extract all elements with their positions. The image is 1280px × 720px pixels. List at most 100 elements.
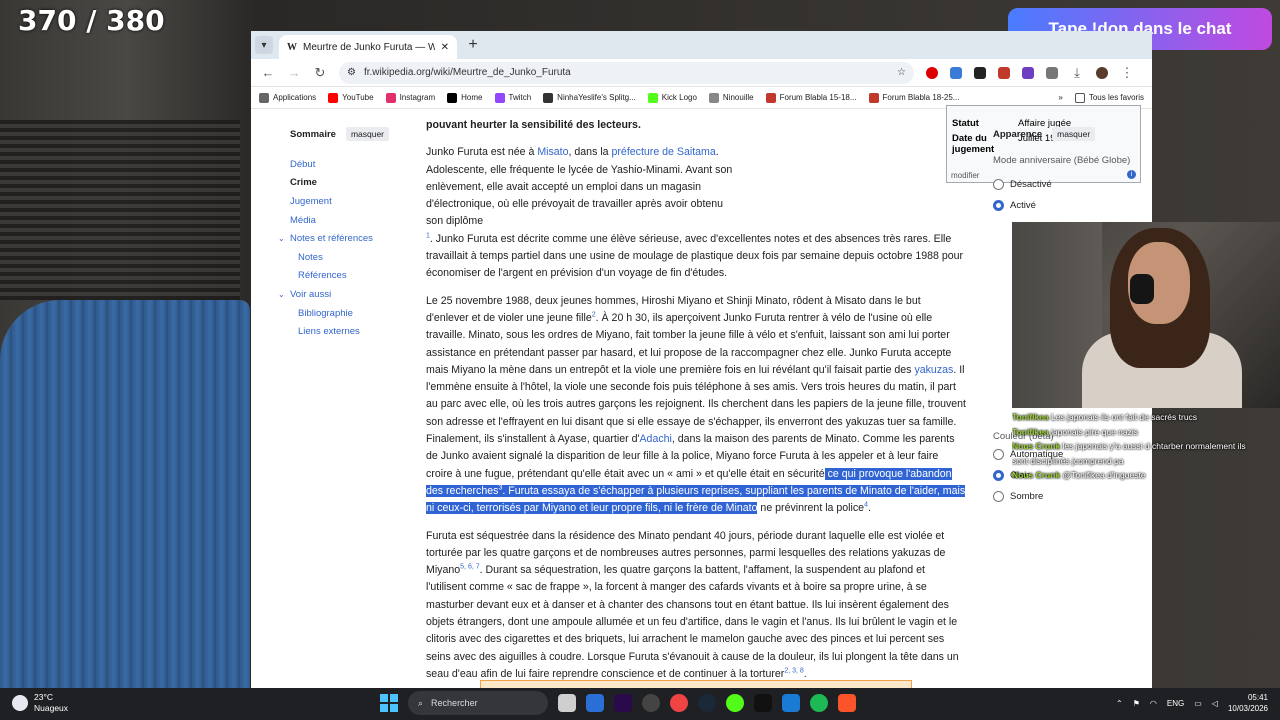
obs-icon[interactable] <box>642 694 660 712</box>
menu-icon[interactable]: ⋮ <box>1120 65 1134 81</box>
tab-title: Meurtre de Junko Furuta — Wi <box>303 41 435 53</box>
new-tab-button[interactable]: + <box>463 36 483 54</box>
app-icon[interactable] <box>782 694 800 712</box>
link-yakuzas[interactable]: yakuzas <box>914 364 953 376</box>
toc-item-notes[interactable]: Notes <box>290 248 420 267</box>
profile-avatar[interactable] <box>1096 66 1108 79</box>
all-bookmarks[interactable]: Tous les favoris <box>1074 92 1144 103</box>
link-adachi[interactable]: Adachi <box>639 433 671 445</box>
radio-enabled[interactable] <box>993 200 1004 211</box>
bookmark-item[interactable]: Twitch <box>494 92 531 103</box>
reload-icon[interactable]: ↻ <box>313 65 327 81</box>
toc-item-liens-externes[interactable]: Liens externes <box>290 322 420 341</box>
toc-item-references[interactable]: Références <box>290 267 420 286</box>
steam-icon[interactable] <box>698 694 716 712</box>
bookmark-item[interactable]: Forum Blabla 15-18... <box>765 92 857 103</box>
extensions-puzzle-icon[interactable] <box>1046 66 1058 79</box>
toc-item-crime[interactable]: Crime <box>290 174 420 193</box>
back-icon[interactable]: ← <box>261 65 275 80</box>
bookmark-item[interactable]: Forum Blabla 18-25... <box>868 92 959 103</box>
toc-item-bibliographie[interactable]: Bibliographie <box>290 304 420 323</box>
paragraph-sequestration: Furuta est séquestrée dans la résidence … <box>426 529 959 680</box>
toc-item-jugement[interactable]: Jugement <box>290 192 420 211</box>
content-warning: pouvant heurter la sensibilité des lecte… <box>426 119 641 131</box>
news-icon[interactable] <box>586 694 604 712</box>
radio-auto[interactable] <box>993 449 1004 460</box>
language-indicator[interactable]: ENG <box>1167 699 1184 708</box>
spotify-icon[interactable] <box>810 694 828 712</box>
clock[interactable]: 05:41 10/03/2026 <box>1228 692 1268 714</box>
site-info-icon[interactable]: ⚙ <box>347 67 356 78</box>
bookmark-favicon-icon <box>765 92 776 103</box>
chat-message: Nous Crunk @Tonifikea d'ingueste <box>1012 468 1280 483</box>
extension-red-icon[interactable] <box>998 66 1010 79</box>
system-tray: ⌃ ⚑ ◠ ENG ▭ ◁ 05:41 10/03/2026 <box>1116 692 1268 714</box>
close-icon[interactable]: ✕ <box>441 42 449 53</box>
paragraph-birth-cont: 1. Junko Furuta est décrite comme une él… <box>426 232 964 280</box>
notification-icon[interactable]: ⚑ <box>1133 699 1140 708</box>
bookmark-favicon-icon <box>543 92 554 103</box>
bookmark-favicon-icon <box>647 92 658 103</box>
bookmark-item[interactable]: Applications <box>259 92 316 103</box>
radio-light[interactable] <box>993 470 1004 481</box>
address-bar[interactable]: ⚙ fr.wikipedia.org/wiki/Meurtre_de_Junko… <box>339 61 914 84</box>
extension-shield-icon[interactable] <box>1022 66 1034 79</box>
chevron-down-icon[interactable]: ⌄ <box>278 290 286 299</box>
windows-start-icon[interactable] <box>380 694 398 712</box>
bookmark-favicon-icon <box>447 92 458 103</box>
tab-search-icon[interactable]: ▾ <box>255 36 273 54</box>
file-explorer-icon[interactable] <box>558 694 576 712</box>
tab-bar: ▾ W Meurtre de Junko Furuta — Wi ✕ + <box>251 31 1152 59</box>
appearance-hide-button[interactable]: masquer <box>1052 127 1096 141</box>
bookmark-star-icon[interactable]: ☆ <box>897 67 906 78</box>
bookmark-item[interactable]: Ninouille <box>708 92 754 103</box>
weather-widget[interactable]: 23°C Nuageux <box>12 692 68 714</box>
chat-text: @Tonifikea d'ingueste <box>1062 470 1146 480</box>
infobox-edit-link[interactable]: modifier <box>951 171 979 180</box>
premiere-icon[interactable] <box>614 694 632 712</box>
bookmark-item[interactable]: NinhaYeslife's Splitg... <box>543 92 636 103</box>
toc-item-media[interactable]: Média <box>290 211 420 230</box>
link-saitama[interactable]: préfecture de Saitama <box>612 146 716 158</box>
chrome-icon[interactable] <box>670 694 688 712</box>
wifi-icon[interactable]: ◠ <box>1150 699 1157 708</box>
option-disabled[interactable]: Désactivé <box>993 174 1143 195</box>
more-bookmarks-icon[interactable]: » <box>1058 93 1062 102</box>
toc-item-notes-references[interactable]: ⌄ Notes et références <box>278 229 420 248</box>
bookmark-item[interactable]: YouTube <box>328 92 374 103</box>
volume-icon[interactable]: ◁ <box>1212 699 1218 708</box>
chat-message: Nous Crunk les japonais y'a aussi d chta… <box>1012 439 1280 454</box>
tiktok-icon[interactable] <box>754 694 772 712</box>
brave-icon[interactable] <box>838 694 856 712</box>
option-enabled[interactable]: Activé <box>993 195 1143 216</box>
chat-message: Tonifikea japonais pire que nazis <box>1012 425 1280 440</box>
ref-2-3-8[interactable]: 2, 3, 8 <box>784 667 803 674</box>
kick-icon[interactable] <box>726 694 744 712</box>
toc-hide-button[interactable]: masquer <box>345 127 390 141</box>
bookmark-favicon-icon <box>328 92 339 103</box>
bookmark-item[interactable]: Home <box>447 92 483 103</box>
bookmark-item[interactable]: Kick Logo <box>647 92 697 103</box>
toc-item-debut[interactable]: Début <box>290 155 420 174</box>
anniversary-mode-label: Mode anniversaire (Bébé Globe) <box>993 155 1131 166</box>
tab-wikipedia[interactable]: W Meurtre de Junko Furuta — Wi ✕ <box>279 35 457 59</box>
banner-notice <box>480 680 912 688</box>
chevron-up-icon[interactable]: ⌃ <box>1116 699 1123 708</box>
download-icon[interactable]: ⤓ <box>1070 65 1084 81</box>
extension-wave-icon[interactable] <box>950 66 962 79</box>
toc-item-voir-aussi[interactable]: ⌄ Voir aussi <box>278 285 420 304</box>
goal-counter: 370 / 380 <box>18 4 165 37</box>
forward-icon[interactable]: → <box>287 65 301 80</box>
taskbar-search[interactable]: ⌕ Rechercher <box>408 691 548 715</box>
ref-5-7[interactable]: 5, 6, 7 <box>460 564 479 571</box>
chevron-down-icon[interactable]: ⌄ <box>278 234 286 243</box>
option-color-dark[interactable]: Sombre <box>993 486 1143 507</box>
radio-disabled[interactable] <box>993 179 1004 190</box>
link-misato[interactable]: Misato <box>537 146 568 158</box>
chat-username: Tonifikea <box>1012 426 1049 437</box>
network-icon[interactable]: ▭ <box>1194 699 1202 708</box>
bookmark-item[interactable]: Instagram <box>385 92 435 103</box>
radio-dark[interactable] <box>993 491 1004 502</box>
extension-dark-icon[interactable] <box>974 66 986 79</box>
opera-icon[interactable] <box>926 66 938 79</box>
